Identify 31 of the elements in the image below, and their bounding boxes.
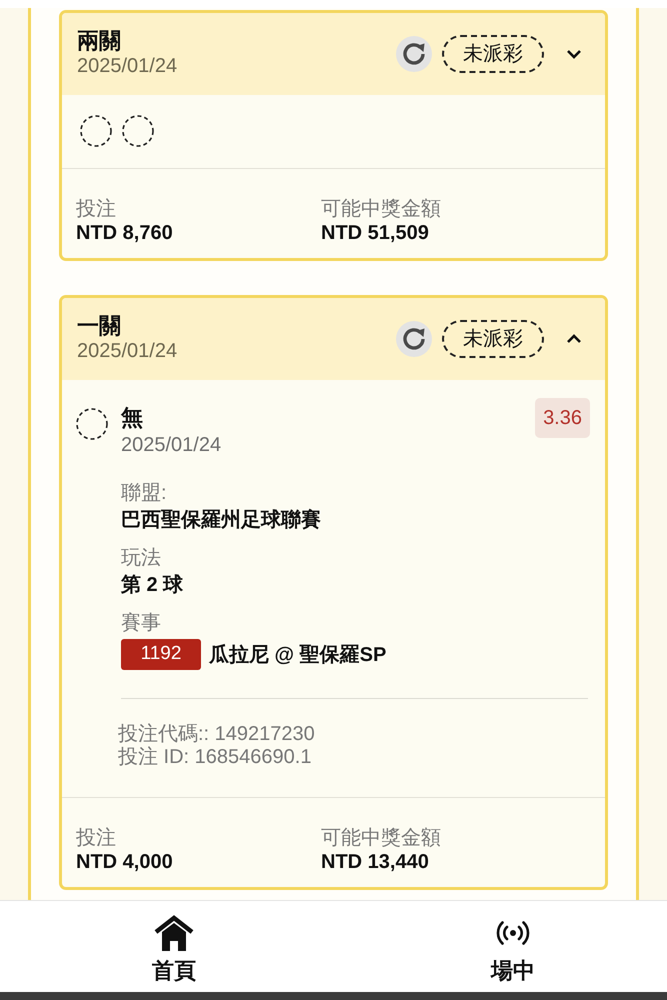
status-badge: 未派彩 bbox=[442, 35, 544, 73]
bet-date: 2025/01/24 bbox=[77, 54, 178, 78]
status-badge: 未派彩 bbox=[442, 320, 544, 358]
detail-label: 聯盟: bbox=[121, 481, 168, 506]
match-number-badge: 1192 bbox=[121, 639, 201, 670]
stake-amount: NTD 4,000 bbox=[76, 850, 174, 874]
refresh-icon[interactable] bbox=[396, 36, 432, 72]
detail-value: 第 2 球 bbox=[121, 573, 184, 598]
bet-date: 2025/01/24 bbox=[77, 339, 178, 363]
bet-type-title: 一關 bbox=[77, 312, 122, 339]
detail-label: 賽事 bbox=[121, 611, 162, 636]
stake-amount: NTD 8,760 bbox=[76, 221, 174, 245]
leg-date: 2025/01/24 bbox=[121, 433, 222, 458]
payout-label: 可能中獎金額 bbox=[321, 197, 442, 221]
payout-amount: NTD 13,440 bbox=[321, 850, 430, 874]
nav-tab[interactable]: 場中 bbox=[453, 901, 573, 992]
bet-code-text: 投注代碼:: 149217230 bbox=[118, 723, 316, 746]
match-name: 瓜拉尼 @ 聖保羅SP bbox=[209, 642, 386, 668]
payout-label: 可能中獎金額 bbox=[321, 826, 442, 850]
home-icon bbox=[153, 915, 195, 951]
detail-label: 玩法 bbox=[121, 546, 162, 571]
stake-label: 投注 bbox=[76, 826, 117, 850]
nav-tab[interactable]: 首頁 bbox=[114, 901, 234, 992]
detail-value: 巴西聖保羅州足球聯賽 bbox=[121, 508, 322, 533]
stake-label: 投注 bbox=[76, 197, 117, 221]
bet-type-title: 兩關 bbox=[77, 27, 122, 54]
refresh-icon[interactable] bbox=[396, 321, 432, 357]
payout-amount: NTD 51,509 bbox=[321, 221, 430, 245]
bet-id-text: 投注 ID: 168546690.1 bbox=[118, 746, 312, 769]
selection-name: 無 bbox=[121, 404, 144, 432]
odds-badge: 3.36 bbox=[535, 398, 590, 438]
